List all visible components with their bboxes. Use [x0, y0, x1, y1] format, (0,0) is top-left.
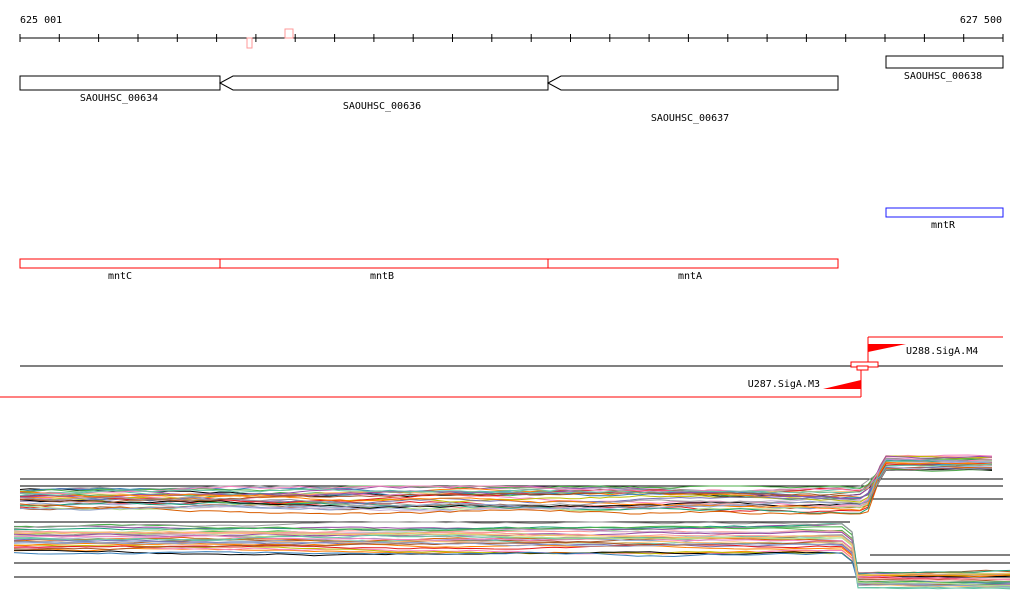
gene-arrow-SAOUHSC_00637[interactable]	[546, 75, 839, 91]
ruler-marker-right	[284, 28, 294, 39]
gene-box-mntA[interactable]	[547, 258, 839, 269]
promoter-label-U288: U288.SigA.M4	[906, 346, 978, 357]
gene-name-track: mntR mntC mntB mntA	[19, 207, 1004, 282]
coordinate-ruler: 625 001 627 500	[19, 15, 1004, 49]
gene-arrow-SAOUHSC_00634[interactable]	[19, 75, 221, 91]
expression-trace-track2	[14, 544, 1011, 577]
expression-panel	[13, 454, 1011, 590]
gene-label-SAOUHSC_00636: SAOUHSC_00636	[343, 101, 421, 112]
gene-label-mntC: mntC	[108, 271, 132, 282]
promoter-flag-U287[interactable]	[823, 380, 861, 389]
promoter-track: U288.SigA.M4 U287.SigA.M3	[0, 336, 1003, 398]
promoter-box-lower	[856, 365, 869, 371]
ruler-marker-left	[246, 37, 253, 49]
gene-label-SAOUHSC_00634: SAOUHSC_00634	[80, 93, 158, 104]
gene-box-mntR[interactable]	[885, 207, 1004, 218]
gene-arrow-SAOUHSC_00636[interactable]	[218, 75, 549, 91]
gene-box-SAOUHSC_00638[interactable]	[885, 55, 1004, 69]
ruler-end-label: 627 500	[960, 15, 1002, 26]
gene-label-mntA: mntA	[678, 271, 702, 282]
gene-label-mntB: mntB	[370, 271, 394, 282]
ruler-start-label: 625 001	[20, 15, 62, 26]
gene-box-mntB[interactable]	[219, 258, 549, 269]
gene-label-SAOUHSC_00638: SAOUHSC_00638	[904, 71, 982, 82]
genome-browser-view: 625 001 627 500 SAOUHSC_00634 SAOUHSC_00…	[0, 15, 1011, 590]
gene-label-SAOUHSC_00637: SAOUHSC_00637	[651, 113, 729, 124]
promoter-label-U287: U287.SigA.M3	[748, 379, 820, 390]
gene-box-mntC[interactable]	[19, 258, 221, 269]
locus-tag-track: SAOUHSC_00634 SAOUHSC_00636 SAOUHSC_0063…	[19, 55, 1004, 124]
gene-label-mntR: mntR	[931, 220, 956, 231]
promoter-flag-U288[interactable]	[868, 344, 906, 352]
